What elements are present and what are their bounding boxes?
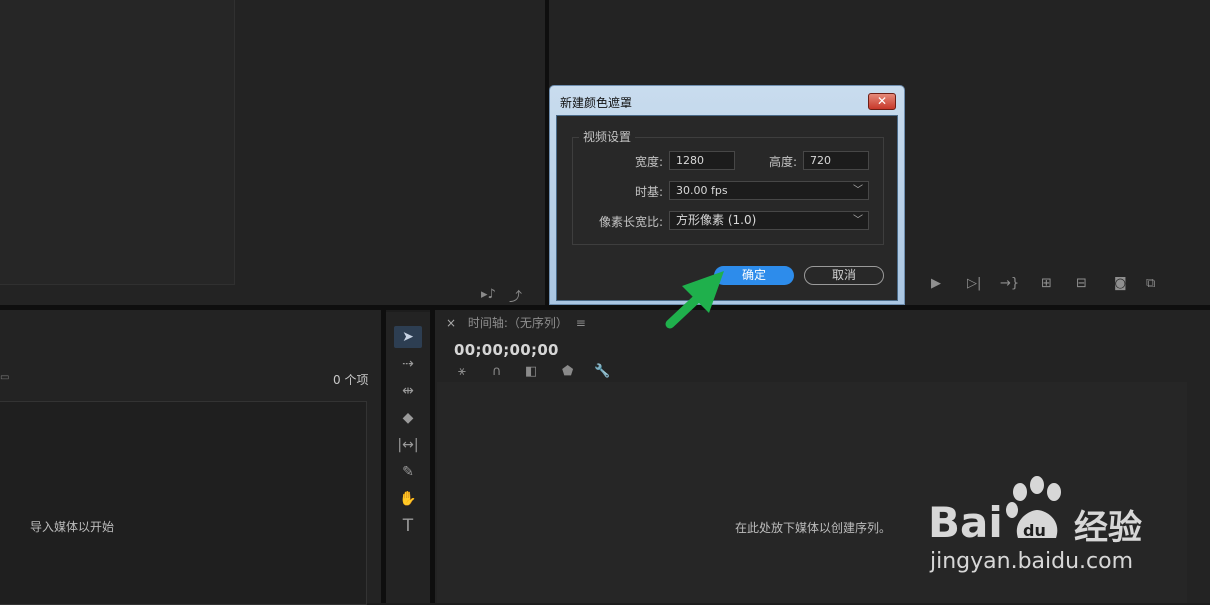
extract-icon[interactable]: ⊟ bbox=[1076, 276, 1087, 291]
project-media-list[interactable] bbox=[0, 401, 367, 605]
pen-tool-icon[interactable]: ✎ bbox=[394, 461, 422, 483]
cancel-button[interactable]: 取消 bbox=[804, 266, 884, 285]
timeline-tab[interactable]: × 时间轴:（无序列） ≡ bbox=[446, 314, 586, 331]
settings-wrench-icon[interactable]: 🔧 bbox=[594, 364, 610, 379]
tools-panel: ➤ ⇢ ⇹ ◆ |↔| ✎ ✋ T bbox=[386, 312, 430, 603]
source-monitor-panel: ▸♪ ⤴ bbox=[0, 0, 545, 305]
track-select-tool-icon[interactable]: ⇢ bbox=[394, 353, 422, 375]
play-icon[interactable]: ▶ bbox=[931, 276, 941, 291]
watermark-brand-suffix: 经验 bbox=[1074, 508, 1142, 548]
pixel-aspect-value: 方形像素 (1.0) bbox=[676, 213, 757, 227]
add-marker-icon[interactable]: ⬟ bbox=[562, 364, 573, 379]
chevron-down-icon: ﹀ bbox=[853, 185, 863, 196]
ripple-edit-tool-icon[interactable]: ⇹ bbox=[394, 380, 422, 402]
project-empty-hint: 导入媒体以开始 bbox=[30, 520, 115, 534]
selection-tool-icon[interactable]: ➤ bbox=[394, 326, 422, 348]
svg-text:du: du bbox=[1023, 521, 1046, 540]
baidu-paw-logo-icon: du bbox=[1006, 476, 1061, 540]
linked-selection-icon[interactable]: ◧ bbox=[525, 364, 537, 379]
timeline-close-icon[interactable]: × bbox=[446, 316, 456, 330]
height-field[interactable]: 720 bbox=[803, 151, 869, 170]
pixel-aspect-label: 像素长宽比: bbox=[598, 215, 663, 229]
timeline-tab-title: 时间轴:（无序列） bbox=[467, 316, 568, 330]
width-field[interactable]: 1280 bbox=[669, 151, 735, 170]
width-label: 宽度: bbox=[634, 155, 663, 169]
watermark-url: jingyan.baidu.com bbox=[930, 549, 1134, 574]
timebase-select[interactable]: 30.00 fps ﹀ bbox=[669, 181, 869, 200]
pointer-arrow-icon bbox=[665, 271, 724, 329]
height-label: 高度: bbox=[768, 155, 797, 169]
camera-icon[interactable]: ◙ bbox=[1114, 276, 1127, 291]
audio-only-icon[interactable]: ▸♪ bbox=[481, 287, 496, 302]
razor-tool-icon[interactable]: ◆ bbox=[394, 407, 422, 429]
source-monitor-viewer bbox=[0, 0, 235, 285]
video-settings-legend: 视频设置 bbox=[579, 128, 636, 145]
dialog-close-button[interactable]: ✕ bbox=[868, 93, 896, 110]
list-view-icon[interactable]: ▭ bbox=[0, 372, 9, 383]
type-tool-icon[interactable]: T bbox=[394, 515, 422, 537]
watermark-brand-text: Bai bbox=[928, 498, 1003, 547]
baidu-watermark: Bai du 经验 jingyan.baidu.com bbox=[928, 476, 1160, 580]
timeline-empty-hint: 在此处放下媒体以创建序列。 bbox=[735, 521, 892, 535]
dialog-title: 新建颜色遮罩 bbox=[560, 96, 633, 110]
export-frame-icon[interactable]: ⤴ bbox=[509, 286, 522, 305]
hand-tool-icon[interactable]: ✋ bbox=[394, 488, 422, 510]
pixel-aspect-select[interactable]: 方形像素 (1.0) ﹀ bbox=[669, 211, 869, 230]
go-to-out-icon[interactable]: →} bbox=[1000, 276, 1019, 291]
compare-icon[interactable]: ⧉ bbox=[1146, 276, 1155, 291]
watermark-brand: Bai bbox=[928, 498, 1003, 547]
timebase-value: 30.00 fps bbox=[676, 184, 728, 197]
project-item-count: 0 个项 bbox=[333, 373, 369, 387]
chevron-down-icon: ﹀ bbox=[853, 215, 863, 226]
slip-tool-icon[interactable]: |↔| bbox=[394, 434, 422, 456]
timeline-menu-icon[interactable]: ≡ bbox=[576, 316, 586, 330]
step-forward-icon[interactable]: ▷| bbox=[967, 276, 981, 291]
timeline-timecode[interactable]: 00;00;00;00 bbox=[454, 341, 559, 359]
nest-icon[interactable]: ⚹ bbox=[458, 364, 466, 379]
timebase-label: 时基: bbox=[634, 185, 663, 199]
snap-icon[interactable]: ∩ bbox=[492, 364, 502, 379]
lift-icon[interactable]: ⊞ bbox=[1041, 276, 1052, 291]
